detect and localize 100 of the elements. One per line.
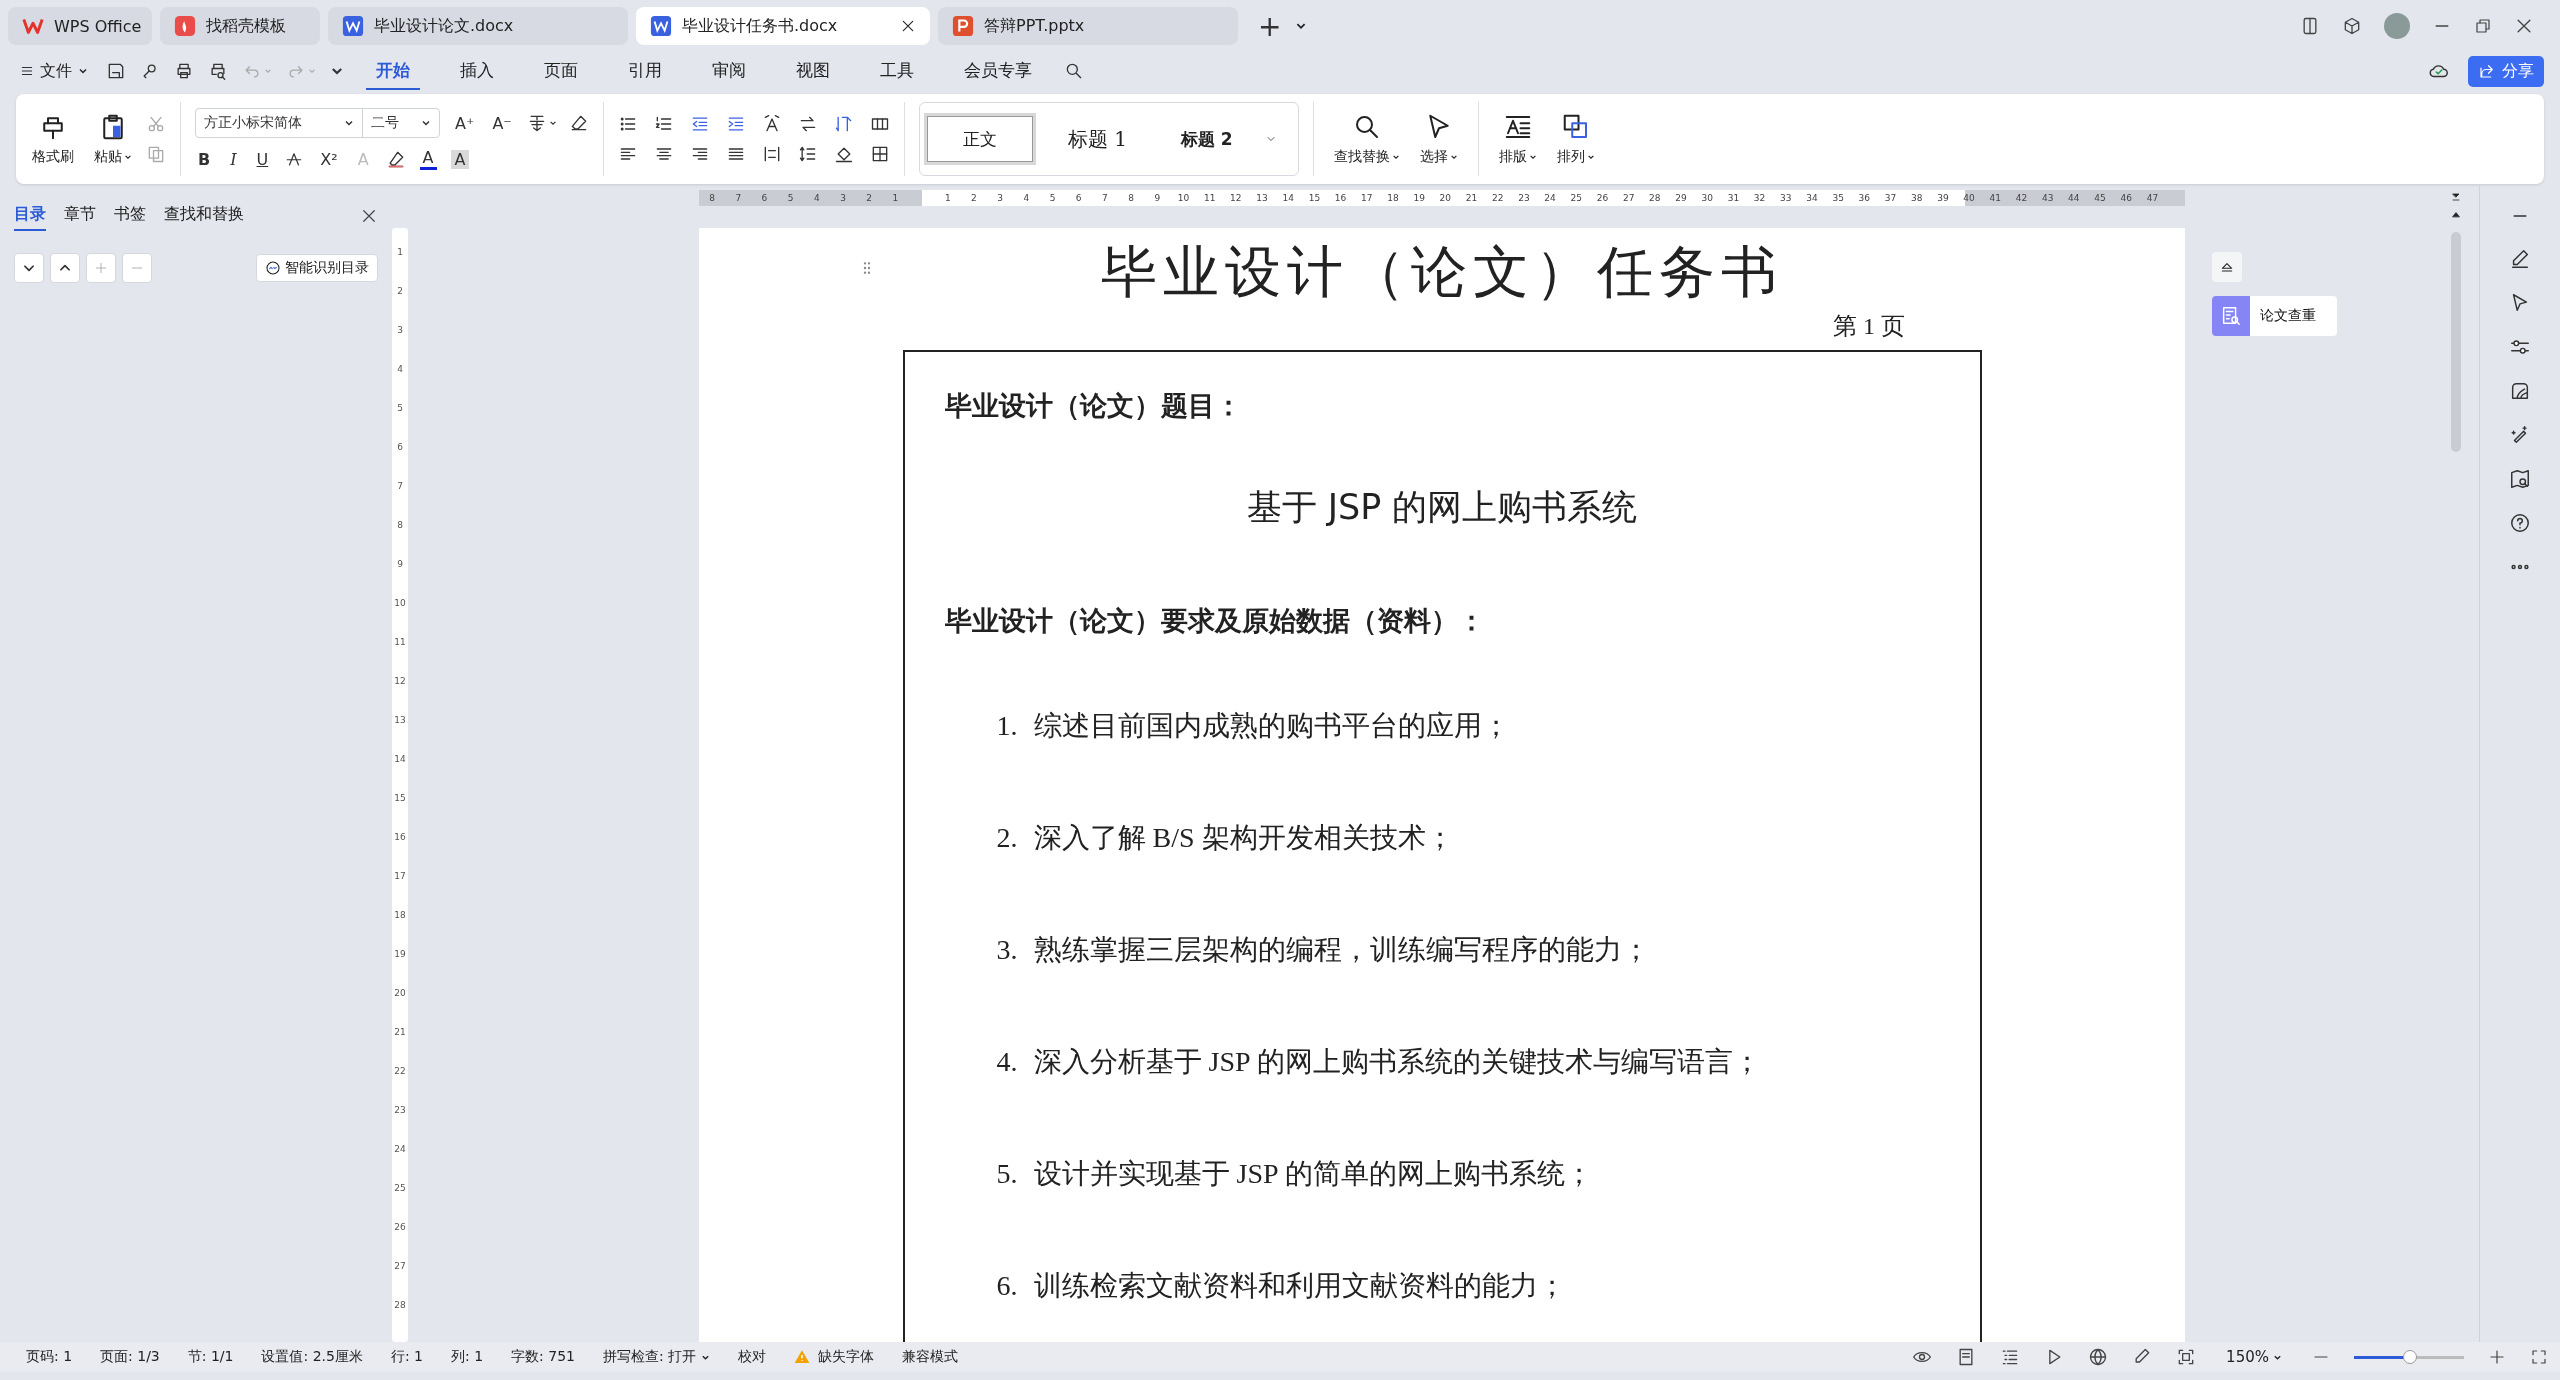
- ruler-number: 1: [397, 245, 403, 259]
- strikethrough-icon[interactable]: [285, 150, 304, 168]
- share-button[interactable]: 分享: [2468, 55, 2544, 87]
- list-text: 深入了解 B/S 架构开发相关技术；: [1033, 821, 1454, 855]
- ribbon-tab[interactable]: 插入: [450, 52, 504, 90]
- scrollbar-thumb[interactable]: [2451, 232, 2461, 452]
- style-option[interactable]: 正文: [923, 113, 1036, 165]
- arrange-button[interactable]: 排列: [1550, 110, 1601, 168]
- find-replace-button[interactable]: 查找替换: [1327, 110, 1406, 168]
- ruler-number: 15: [1307, 192, 1322, 205]
- shrink-font-button[interactable]: A⁻: [489, 113, 515, 133]
- ruler-number: 17: [1360, 192, 1374, 205]
- new-tab-button[interactable]: +: [1252, 8, 1288, 44]
- document-tab[interactable]: 答辩PPT.pptx: [938, 7, 1238, 45]
- document-tab[interactable]: 找稻壳模板: [160, 7, 320, 45]
- panel-tab[interactable]: 查找和替换: [164, 200, 244, 231]
- list-text: 设计并实现基于 JSP 的简单的网上购书系统；: [1033, 1157, 1593, 1191]
- search-icon[interactable]: [1064, 61, 1084, 81]
- list-number: 2.: [996, 822, 1018, 854]
- ruler-number: 33: [1779, 192, 1793, 205]
- ruler-number: 20: [1438, 192, 1453, 205]
- document-tab[interactable]: WPS Office: [8, 7, 152, 45]
- ruler-number: 1: [943, 192, 952, 205]
- bold-button[interactable]: B: [195, 149, 214, 169]
- close-icon[interactable]: [900, 18, 916, 34]
- zoom-slider[interactable]: [2354, 1350, 2464, 1364]
- sort-icon[interactable]: [833, 114, 854, 134]
- ruler-number: 42: [2014, 192, 2029, 205]
- document-icon: [342, 15, 364, 37]
- ruler-number: 20: [394, 986, 406, 1000]
- status-text: 校对: [737, 1348, 768, 1366]
- shade-button[interactable]: A: [450, 149, 470, 169]
- ruler-number: 7: [1101, 192, 1109, 205]
- save-icon[interactable]: [106, 61, 126, 81]
- list-text: 熟练掌握三层架构的编程，训练编写程序的能力；: [1033, 933, 1650, 967]
- ruler-number: 30: [1700, 192, 1714, 205]
- ruler-number: 14: [394, 752, 406, 766]
- ruler-number: 15: [394, 791, 406, 805]
- super-button[interactable]: X²: [317, 149, 341, 169]
- scroll-top-icon[interactable]: [2450, 192, 2462, 204]
- pen-icon[interactable]: [2509, 248, 2531, 270]
- document-icon: [650, 15, 672, 37]
- format-painter-button[interactable]: 格式刷: [26, 110, 80, 168]
- ruler-number: 8: [397, 518, 403, 532]
- style-option[interactable]: 标题 2: [1158, 113, 1255, 165]
- scroll-up-icon[interactable]: [2451, 210, 2461, 220]
- ribbon-tab[interactable]: 视图: [786, 52, 840, 90]
- caret-icon: [1391, 153, 1400, 161]
- ruler-number: 8: [708, 192, 716, 205]
- list-text: 综述目前国内成熟的购书平台的应用；: [1033, 709, 1510, 743]
- underline-button[interactable]: U: [253, 149, 272, 169]
- italic-button[interactable]: I: [227, 149, 240, 169]
- ribbon-tab[interactable]: 页面: [534, 52, 588, 90]
- panel-tab[interactable]: 目录: [14, 200, 46, 231]
- ruler-number: 44: [2067, 192, 2081, 205]
- ruler-number: 43: [2040, 192, 2055, 205]
- restore-icon[interactable]: [2474, 17, 2492, 35]
- ribbon-tab[interactable]: 开始: [366, 52, 420, 90]
- caret-icon: [1449, 153, 1458, 161]
- document-tab[interactable]: 毕业设计论文.docx: [328, 7, 628, 45]
- zoom-in-icon[interactable]: [2488, 1348, 2506, 1366]
- fullscreen-icon[interactable]: [2530, 1348, 2548, 1366]
- plagiarism-check-button[interactable]: 论文查重: [2212, 296, 2337, 336]
- ruler-number: 7: [397, 479, 403, 493]
- paste-button[interactable]: 粘贴: [88, 110, 138, 168]
- ruler-number: 22: [1491, 192, 1505, 205]
- document-tab[interactable]: 毕业设计任务书.docx: [636, 7, 930, 45]
- book-search-icon[interactable]: [2509, 468, 2531, 490]
- collapse-toolbar-button[interactable]: [2212, 252, 2242, 282]
- smart-toc-button[interactable]: 智能识别目录: [256, 254, 378, 282]
- ruler-number: 24: [1543, 192, 1557, 205]
- file-menu[interactable]: 文件: [16, 54, 92, 88]
- panel-tab[interactable]: 章节: [64, 200, 96, 231]
- ruler-number: 28: [1648, 192, 1662, 205]
- ribbon-tab[interactable]: 审阅: [702, 52, 756, 90]
- cube-icon[interactable]: [2342, 16, 2362, 36]
- ribbon-tab[interactable]: 会员专享: [954, 52, 1042, 90]
- slider-thumb[interactable]: [2403, 1350, 2417, 1364]
- ruler-number: 8: [1127, 192, 1135, 205]
- ruler-number: 11: [394, 635, 406, 649]
- globe-icon[interactable]: [2088, 1347, 2109, 1367]
- status-text: 节: 1/1: [186, 1348, 235, 1366]
- ruler-number: 6: [760, 192, 769, 205]
- ruler-number: 23: [394, 1103, 406, 1117]
- panel-tab[interactable]: 书签: [114, 200, 146, 231]
- ruler-number: 13: [394, 713, 406, 727]
- line-spacing-icon[interactable]: [797, 144, 818, 164]
- status-text: 列: 1: [450, 1348, 485, 1366]
- spell-check-dropdown[interactable]: 拼写检查: 打开: [588, 1348, 725, 1366]
- image-edit-icon[interactable]: [2509, 380, 2531, 402]
- layout-button[interactable]: 排版: [1492, 110, 1543, 168]
- ruler-number: 26: [394, 1220, 406, 1234]
- color-button[interactable]: A: [419, 148, 437, 170]
- ribbon-tab[interactable]: 引用: [618, 52, 672, 90]
- select-button[interactable]: 选择: [1413, 110, 1464, 168]
- ribbon-tab[interactable]: 工具: [870, 52, 924, 90]
- help-icon[interactable]: [2509, 512, 2531, 534]
- grow-font-button[interactable]: A⁺: [452, 113, 478, 133]
- style-option[interactable]: 标题 1: [1045, 113, 1149, 165]
- zoom-dropdown[interactable]: 150%: [2220, 1347, 2288, 1367]
